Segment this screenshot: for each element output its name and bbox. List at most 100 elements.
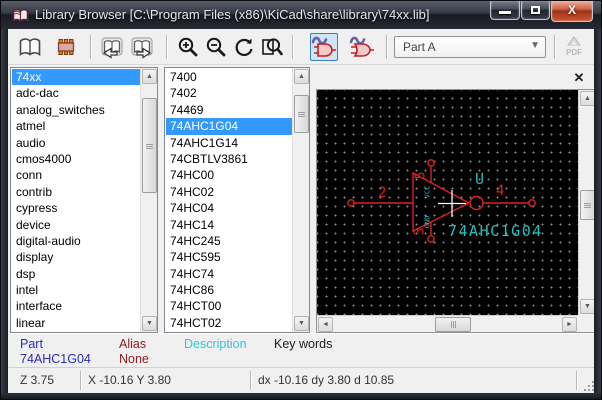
list-item[interactable]: 74HCT00 bbox=[166, 298, 292, 314]
status-separator bbox=[80, 371, 81, 390]
library-list-items[interactable]: 74xxadc-dacanalog_switchesatmelaudiocmos… bbox=[12, 69, 140, 331]
gate-normal-icon bbox=[311, 35, 337, 59]
scroll-down-icon[interactable]: ▼ bbox=[294, 316, 309, 331]
library-list-scrollbar[interactable]: ▲ ▼ bbox=[140, 68, 157, 332]
list-item[interactable]: dsp bbox=[12, 266, 140, 282]
scrollbar-thumb[interactable] bbox=[435, 317, 471, 332]
resize-grip[interactable] bbox=[582, 379, 594, 391]
zoom-in-button[interactable] bbox=[174, 33, 202, 61]
part-list[interactable]: 740074027446974AHC1G0474AHC1G1474CBTLV38… bbox=[164, 67, 310, 333]
list-item[interactable]: digital-audio bbox=[12, 233, 140, 249]
symbol-value: 74AHC1G04 bbox=[448, 222, 543, 240]
viewer-close-icon[interactable]: ✕ bbox=[570, 69, 588, 87]
scroll-left-icon[interactable]: ◄ bbox=[318, 317, 333, 332]
list-item[interactable]: analog_switches bbox=[12, 102, 140, 118]
select-library-button[interactable] bbox=[16, 33, 44, 61]
scrollbar-thumb[interactable] bbox=[294, 95, 309, 133]
title-bar[interactable]: Library Browser [C:\Program Files (x86)\… bbox=[1, 1, 602, 29]
maximize-button[interactable] bbox=[521, 1, 550, 20]
list-item[interactable]: 7400 bbox=[166, 69, 292, 85]
scroll-right-icon[interactable]: ► bbox=[562, 317, 577, 332]
status-separator bbox=[250, 371, 251, 390]
zoom-in-icon bbox=[176, 35, 200, 59]
book-arrow-left-icon bbox=[99, 34, 125, 60]
part-list-items[interactable]: 740074027446974AHC1G0474AHC1G1474CBTLV38… bbox=[166, 69, 292, 331]
pin-number-output: 4 bbox=[496, 183, 504, 199]
list-item[interactable]: device bbox=[12, 217, 140, 233]
window-border bbox=[1, 393, 602, 400]
pin-number-power: 5 bbox=[413, 172, 428, 180]
minimize-button[interactable] bbox=[490, 1, 520, 20]
zoom-out-icon bbox=[204, 35, 228, 59]
scrollbar-thumb[interactable] bbox=[142, 98, 157, 193]
scrollbar-thumb[interactable] bbox=[580, 190, 595, 220]
list-item[interactable]: 74HC00 bbox=[166, 167, 292, 183]
window-border bbox=[1, 29, 8, 393]
list-item[interactable]: 74xx bbox=[12, 69, 140, 85]
scroll-up-icon[interactable]: ▲ bbox=[580, 91, 595, 106]
scroll-down-icon[interactable]: ▼ bbox=[142, 316, 157, 331]
chip-icon bbox=[54, 35, 78, 59]
library-list[interactable]: 74xxadc-dacanalog_switchesatmelaudiocmos… bbox=[10, 67, 158, 333]
list-item[interactable]: 74HC04 bbox=[166, 200, 292, 216]
list-item[interactable]: interface bbox=[12, 298, 140, 314]
toolbar-separator bbox=[166, 35, 167, 59]
list-item[interactable]: 74HC14 bbox=[166, 217, 292, 233]
list-item[interactable]: cypress bbox=[12, 200, 140, 216]
part-list-scrollbar[interactable]: ▲ ▼ bbox=[292, 68, 309, 332]
chevron-down-icon: ▼ bbox=[530, 40, 540, 51]
info-header-part: Part bbox=[20, 337, 43, 351]
list-item[interactable]: display bbox=[12, 249, 140, 265]
canvas-vertical-scrollbar[interactable]: ▲ ▼ bbox=[578, 90, 595, 315]
scroll-up-icon[interactable]: ▲ bbox=[294, 69, 309, 84]
list-item[interactable]: 74AHC1G04 bbox=[166, 118, 292, 134]
pin-number-input: 2 bbox=[378, 185, 386, 201]
pin-number-ground: 3 bbox=[412, 228, 427, 236]
list-item[interactable]: 74HC02 bbox=[166, 184, 292, 200]
select-part-button[interactable] bbox=[52, 33, 80, 61]
list-item[interactable]: 74AHC1G14 bbox=[166, 135, 292, 151]
list-item[interactable]: 74CBTLV3861 bbox=[166, 151, 292, 167]
list-item[interactable]: 74HC86 bbox=[166, 282, 292, 298]
scroll-down-icon[interactable]: ▼ bbox=[580, 299, 595, 314]
list-item[interactable]: 7402 bbox=[166, 85, 292, 101]
previous-part-button[interactable] bbox=[98, 33, 126, 61]
symbol-viewer: ✕ bbox=[316, 67, 596, 333]
canvas-horizontal-scrollbar[interactable]: ◄ ► bbox=[317, 315, 578, 332]
list-item[interactable]: intel bbox=[12, 282, 140, 298]
redraw-button[interactable] bbox=[230, 33, 258, 61]
list-item[interactable]: atmel bbox=[12, 118, 140, 134]
info-header-description: Description bbox=[184, 337, 247, 351]
info-header-alias: Alias bbox=[119, 337, 146, 351]
toolbar-separator bbox=[554, 35, 555, 59]
list-item[interactable]: 74469 bbox=[166, 102, 292, 118]
part-select-dropdown[interactable]: Part A ▼ bbox=[394, 36, 546, 58]
list-item[interactable]: conn bbox=[12, 167, 140, 183]
schematic-canvas[interactable]: 2 4 5 3 VCC GND U 74AHC1G04 bbox=[317, 90, 578, 315]
info-value-part: 74AHC1G04 bbox=[20, 352, 91, 366]
next-part-button[interactable] bbox=[128, 33, 156, 61]
toolbar-separator bbox=[292, 35, 293, 59]
zoom-fit-button[interactable] bbox=[258, 33, 286, 61]
list-item[interactable]: 74HCT02 bbox=[166, 315, 292, 331]
list-item[interactable]: audio bbox=[12, 135, 140, 151]
show-demorgan-button[interactable] bbox=[348, 33, 376, 61]
list-item[interactable]: cmos4000 bbox=[12, 151, 140, 167]
show-normal-body-button[interactable] bbox=[310, 33, 338, 61]
pdf-export-icon: PDF bbox=[562, 35, 586, 59]
status-delta-position: dx -10.16 dy 3.80 d 10.85 bbox=[258, 373, 394, 387]
status-cursor-position: X -10.16 Y 3.80 bbox=[88, 373, 171, 387]
zoom-out-button[interactable] bbox=[202, 33, 230, 61]
export-pdf-button: PDF bbox=[560, 33, 588, 61]
list-item[interactable]: linear bbox=[12, 315, 140, 331]
info-header-keywords: Key words bbox=[274, 337, 332, 351]
scroll-up-icon[interactable]: ▲ bbox=[142, 69, 157, 84]
list-item[interactable]: adc-dac bbox=[12, 85, 140, 101]
list-item[interactable]: 74HC245 bbox=[166, 233, 292, 249]
list-item[interactable]: contrib bbox=[12, 184, 140, 200]
viewer-header: ✕ bbox=[316, 67, 596, 89]
list-item[interactable]: 74HC74 bbox=[166, 266, 292, 282]
list-item[interactable]: 74HC595 bbox=[166, 249, 292, 265]
close-button[interactable]: X bbox=[551, 1, 593, 22]
pin-name-gnd: GND bbox=[423, 216, 431, 229]
